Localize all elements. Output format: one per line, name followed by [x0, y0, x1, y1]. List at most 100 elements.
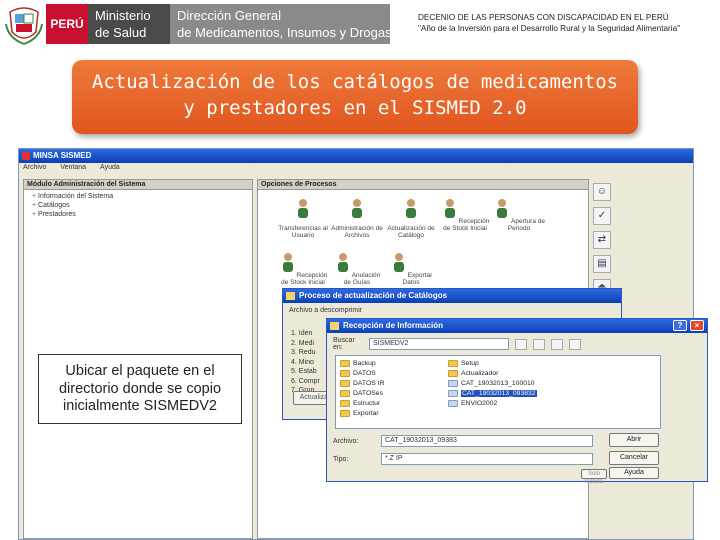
folder-item[interactable]: Backup	[340, 358, 450, 368]
file-item[interactable]: ENVIO2002	[448, 398, 558, 408]
people-icon[interactable]: ☺	[593, 183, 611, 201]
back-icon[interactable]	[515, 338, 527, 350]
option-item[interactable]: Transferencias al Usuario	[276, 198, 330, 252]
option-label: Anulación de Guías	[343, 272, 381, 286]
options-panel-header: Opciones de Procesos	[258, 180, 588, 190]
folder-item[interactable]: DATOS IR	[340, 378, 450, 388]
menu-archivo[interactable]: Archivo	[23, 164, 46, 175]
zip-file-icon	[448, 379, 458, 387]
tree-item-providers[interactable]: Prestadores	[32, 210, 252, 219]
close-icon[interactable]: ×	[690, 320, 704, 331]
folder-icon	[286, 292, 295, 300]
ministry-line-1: Ministerio	[95, 8, 151, 23]
person-icon	[497, 199, 508, 218]
folder-icon	[340, 399, 350, 407]
banner-line-2: y prestadores en el SISMED 2.0	[183, 97, 527, 119]
option-item[interactable]: Administración de Archivos	[330, 198, 384, 252]
module-tree: Información del Sistema Catálogos Presta…	[24, 190, 252, 219]
folder-item[interactable]: Setup	[448, 358, 558, 368]
folder-icon	[448, 369, 458, 377]
decenio-line-2: "Año de la Inversión para el Desarrollo …	[418, 24, 681, 33]
up-folder-icon[interactable]	[533, 338, 545, 350]
option-item[interactable]: Apertura de Periodo	[492, 198, 546, 252]
step-item: 6. Compr	[291, 377, 320, 385]
person-icon	[444, 199, 455, 218]
decenio-text: DECENIO DE LAS PERSONAS CON DISCAPACIDAD…	[418, 12, 680, 34]
document-icon[interactable]: ▤	[593, 255, 611, 273]
option-label: Recepción de Stock Inicial	[443, 218, 490, 232]
folder-label: Backup	[353, 359, 376, 367]
readonly-button[interactable]: Solo lectura	[581, 469, 607, 485]
step-item: 1. Iden	[291, 330, 313, 337]
help-button[interactable]: Ayuda	[609, 467, 659, 479]
person-icon	[298, 199, 308, 218]
cancel-button[interactable]: Cancelar	[609, 451, 659, 465]
folder-item[interactable]: Exportar	[340, 408, 450, 418]
step-item: 4. Mino	[291, 358, 314, 366]
person-icon	[282, 253, 293, 272]
zip-file-icon	[448, 389, 458, 397]
option-label: Apertura de Periodo	[507, 218, 545, 232]
menu-ventana[interactable]: Ventana	[60, 164, 86, 175]
folder-item[interactable]: Actualizador	[448, 368, 558, 378]
folder-label: DATOSes	[353, 389, 383, 397]
open-button[interactable]: Abrir	[609, 433, 659, 447]
folder-item[interactable]: DATOS	[340, 368, 450, 378]
folder-icon	[330, 322, 339, 330]
file-name-input[interactable]: CAT_19032013_09383	[381, 435, 593, 447]
file-item[interactable]: CAT_19032013_100010	[448, 378, 558, 388]
file-list: Backup DATOS DATOS IR DATOSes Estructur …	[335, 355, 661, 429]
option-label: Recepción de Stock Inicial	[281, 272, 328, 286]
step-item: 2. Medi	[291, 339, 314, 347]
tree-item-info[interactable]: Información del Sistema	[32, 192, 252, 201]
view-menu-icon[interactable]	[569, 338, 581, 350]
decenio-line-1: DECENIO DE LAS PERSONAS CON DISCAPACIDAD…	[418, 13, 669, 22]
window-buttons: ? ×	[673, 320, 704, 331]
banner-line-1: Actualización de los catálogos de medica…	[91, 71, 619, 93]
zip-file-icon	[448, 399, 458, 407]
file-label: ENVIO2002	[461, 399, 498, 407]
folder-label: Exportar	[353, 409, 379, 417]
look-in-label: Buscar en:	[333, 337, 355, 351]
tree-item-catalogs[interactable]: Catálogos	[32, 201, 252, 210]
check-icon[interactable]: ✓	[593, 207, 611, 225]
file-item-selected[interactable]: CAT_19032013_093832	[448, 388, 558, 398]
option-item[interactable]: Actualización de Catálogo	[384, 198, 438, 252]
instruction-note: Ubicar el paquete en el directorio donde…	[38, 354, 242, 424]
coat-of-arms-icon	[5, 7, 43, 46]
folder-item[interactable]: Estructur	[340, 398, 450, 408]
file-label: CAT_19032013_100010	[461, 379, 535, 387]
folder-item[interactable]: DATOSes	[340, 388, 450, 398]
option-label: Exportar Datos	[402, 272, 433, 286]
person-icon	[406, 199, 416, 218]
menu-bar: Archivo Ventana Ayuda	[19, 163, 693, 175]
receive-dialog-title-bar: Recepción de Información ? ×	[327, 319, 707, 333]
person-icon	[337, 253, 348, 272]
file-type-select[interactable]: *.Z IP	[381, 453, 593, 465]
folder-label: Actualizador	[461, 369, 499, 377]
catalog-steps-list: 1. Iden 2. Medi 3. Redu 4. Mino 5. Estab…	[291, 329, 320, 396]
new-folder-icon[interactable]	[551, 338, 563, 350]
window-title: MINSA SISMED	[33, 151, 92, 160]
window-title-bar: MINSA SISMED	[19, 149, 693, 163]
right-toolbar: ☺ ✓ ⇄ ▤ ⏏	[593, 183, 617, 303]
folder-column-1: Backup DATOS DATOS IR DATOSes Estructur …	[340, 358, 450, 418]
app-icon	[22, 152, 30, 160]
file-name-label: Archivo:	[333, 437, 359, 445]
module-panel-header: Módulo Administración del Sistema	[24, 180, 252, 190]
folder-grid: Backup DATOS DATOS IR DATOSes Estructur …	[336, 356, 660, 428]
ministry-label: Ministerio de Salud	[88, 4, 170, 44]
option-label: Transferencias al Usuario	[278, 225, 328, 239]
option-label: Actualización de Catálogo	[387, 225, 435, 239]
network-icon[interactable]: ⇄	[593, 231, 611, 249]
option-item[interactable]: Recepción de Stock Inicial	[438, 198, 492, 252]
folder-label: DATOS IR	[353, 379, 385, 387]
look-in-select[interactable]: SISMEDV2	[369, 338, 509, 350]
person-icon	[352, 199, 362, 218]
step-item: 3. Redu	[291, 349, 316, 356]
directorate-line-2: de Medicamentos, Insumos y Drogas	[177, 25, 390, 40]
directorate-label: Dirección General de Medicamentos, Insum…	[170, 4, 390, 44]
ministry-line-2: de Salud	[95, 25, 147, 40]
menu-ayuda[interactable]: Ayuda	[100, 164, 120, 175]
help-icon[interactable]: ?	[673, 320, 687, 331]
